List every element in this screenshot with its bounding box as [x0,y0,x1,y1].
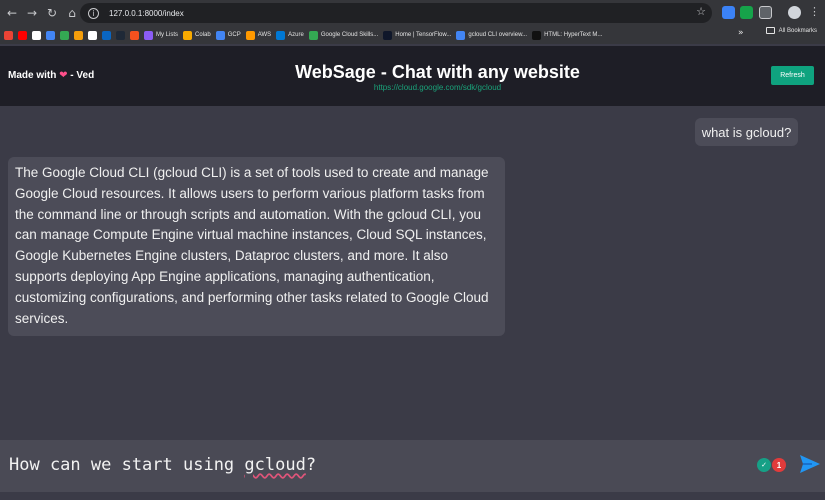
bookmark-favicon-icon [88,30,97,40]
bookmark-item[interactable] [130,27,139,43]
bookmark-favicon-icon [532,30,542,40]
bookmark-label: AWS [257,32,272,38]
bookmark-favicon-icon [74,30,83,40]
grammar-checker-badge[interactable]: ✓ 1 [757,456,786,474]
bookmark-item[interactable]: My Lists [144,27,178,43]
bookmark-item[interactable] [60,27,69,43]
more-bookmarks-icon[interactable]: » [738,28,744,38]
bookmark-item[interactable] [88,27,97,43]
all-bookmarks-button[interactable]: All Bookmarks [765,27,817,34]
bookmark-star-icon[interactable]: ☆ [696,5,706,18]
bottom-strip [0,492,825,500]
bookmark-item[interactable]: Home | TensorFlow... [383,27,451,43]
bookmark-favicon-icon [130,30,139,40]
site-info-icon[interactable]: i [88,7,99,19]
chat-input-area[interactable]: How can we start using gcloud? [0,440,825,492]
bookmark-item[interactable]: HTML: HyperText M... [532,27,602,43]
bookmark-item[interactable]: AWS [245,27,272,43]
bookmark-item[interactable]: Azure [276,27,304,43]
user-message: what is gcloud? [695,118,798,146]
bookmark-item[interactable]: Colab [183,27,211,43]
address-url: 127.0.0.1:8000/index [109,8,184,18]
bookmark-label: gcloud CLI overview... [468,32,528,38]
browser-toolbar: ← → ↻ ⌂ i 127.0.0.1:8000/index ☆ ⋮ [0,0,825,26]
extensions-puzzle-icon[interactable] [759,6,772,19]
bookmark-item[interactable]: gcloud CLI overview... [456,27,527,43]
bookmark-favicon-icon [60,30,69,40]
bookmark-item[interactable] [32,27,41,43]
bookmark-item[interactable]: GCP [215,27,241,43]
bookmarks-bar: My Lists Colab GCP AWS Azure Google Cloud Ski… [0,26,825,44]
bookmark-favicon-icon [276,30,286,40]
bookmark-favicon-icon [102,30,111,40]
refresh-button[interactable]: Refresh [771,66,814,85]
bookmark-favicon-icon [183,30,193,40]
bookmark-label: HTML: HyperText M... [544,32,603,38]
folder-icon [765,27,775,34]
bookmark-favicon-icon [18,30,27,40]
grammar-check-icon: ✓ [757,458,771,472]
menu-kebab-icon[interactable]: ⋮ [809,5,820,18]
bookmark-item[interactable] [46,27,55,43]
bot-message: The Google Cloud CLI (gcloud CLI) is a s… [8,157,505,336]
back-icon[interactable]: ← [2,3,22,23]
bookmark-favicon-icon [456,30,466,40]
all-bookmarks-label: All Bookmarks [778,27,817,34]
bookmark-favicon-icon [383,30,393,40]
grammar-issue-count: 1 [772,458,786,472]
bookmark-label: GCP [227,32,241,38]
bookmark-favicon-icon [245,30,255,40]
spellcheck-flagged-word: gcloud [244,455,306,475]
input-text-end: ? [305,455,317,475]
bookmark-favicon-icon [116,30,125,40]
bookmark-label: Colab [195,32,211,38]
bookmark-item[interactable] [116,27,125,43]
page-title: WebSage - Chat with any website [295,62,580,82]
profile-avatar[interactable] [788,6,801,19]
bookmark-label: Azure [288,32,304,38]
website-url: https://cloud.google.com/sdk/gcloud [373,83,502,92]
bookmark-item[interactable] [74,27,83,43]
forward-icon[interactable]: → [22,3,42,23]
chat-input[interactable]: How can we start using gcloud? [9,455,316,475]
reload-icon[interactable]: ↻ [42,3,62,23]
bookmark-favicon-icon [46,30,55,40]
bookmark-label: My Lists [156,32,179,38]
input-text: How can we start using [9,455,245,475]
bookmark-favicon-icon [32,30,41,40]
bookmark-favicon-icon [308,30,318,40]
bookmark-item[interactable] [18,27,27,43]
extension-icon[interactable] [722,6,735,19]
nav-buttons: ← → ↻ ⌂ [2,3,82,23]
bookmark-item[interactable] [4,27,13,43]
bookmark-label: Home | TensorFlow... [395,32,452,38]
bookmark-favicon-icon [144,30,153,40]
bookmark-label: Google Cloud Skills... [320,32,379,38]
bookmark-favicon-icon [215,30,225,40]
send-icon[interactable] [798,452,822,476]
bookmark-favicon-icon [4,30,13,40]
bookmark-item[interactable] [102,27,111,43]
app-header: Made with ❤ - Ved WebSage - Chat with an… [0,46,825,106]
extension-icon[interactable] [740,6,753,19]
home-icon[interactable]: ⌂ [62,3,82,23]
bookmark-item[interactable]: Google Cloud Skills... [308,27,379,43]
address-bar[interactable]: i 127.0.0.1:8000/index ☆ [80,3,712,23]
